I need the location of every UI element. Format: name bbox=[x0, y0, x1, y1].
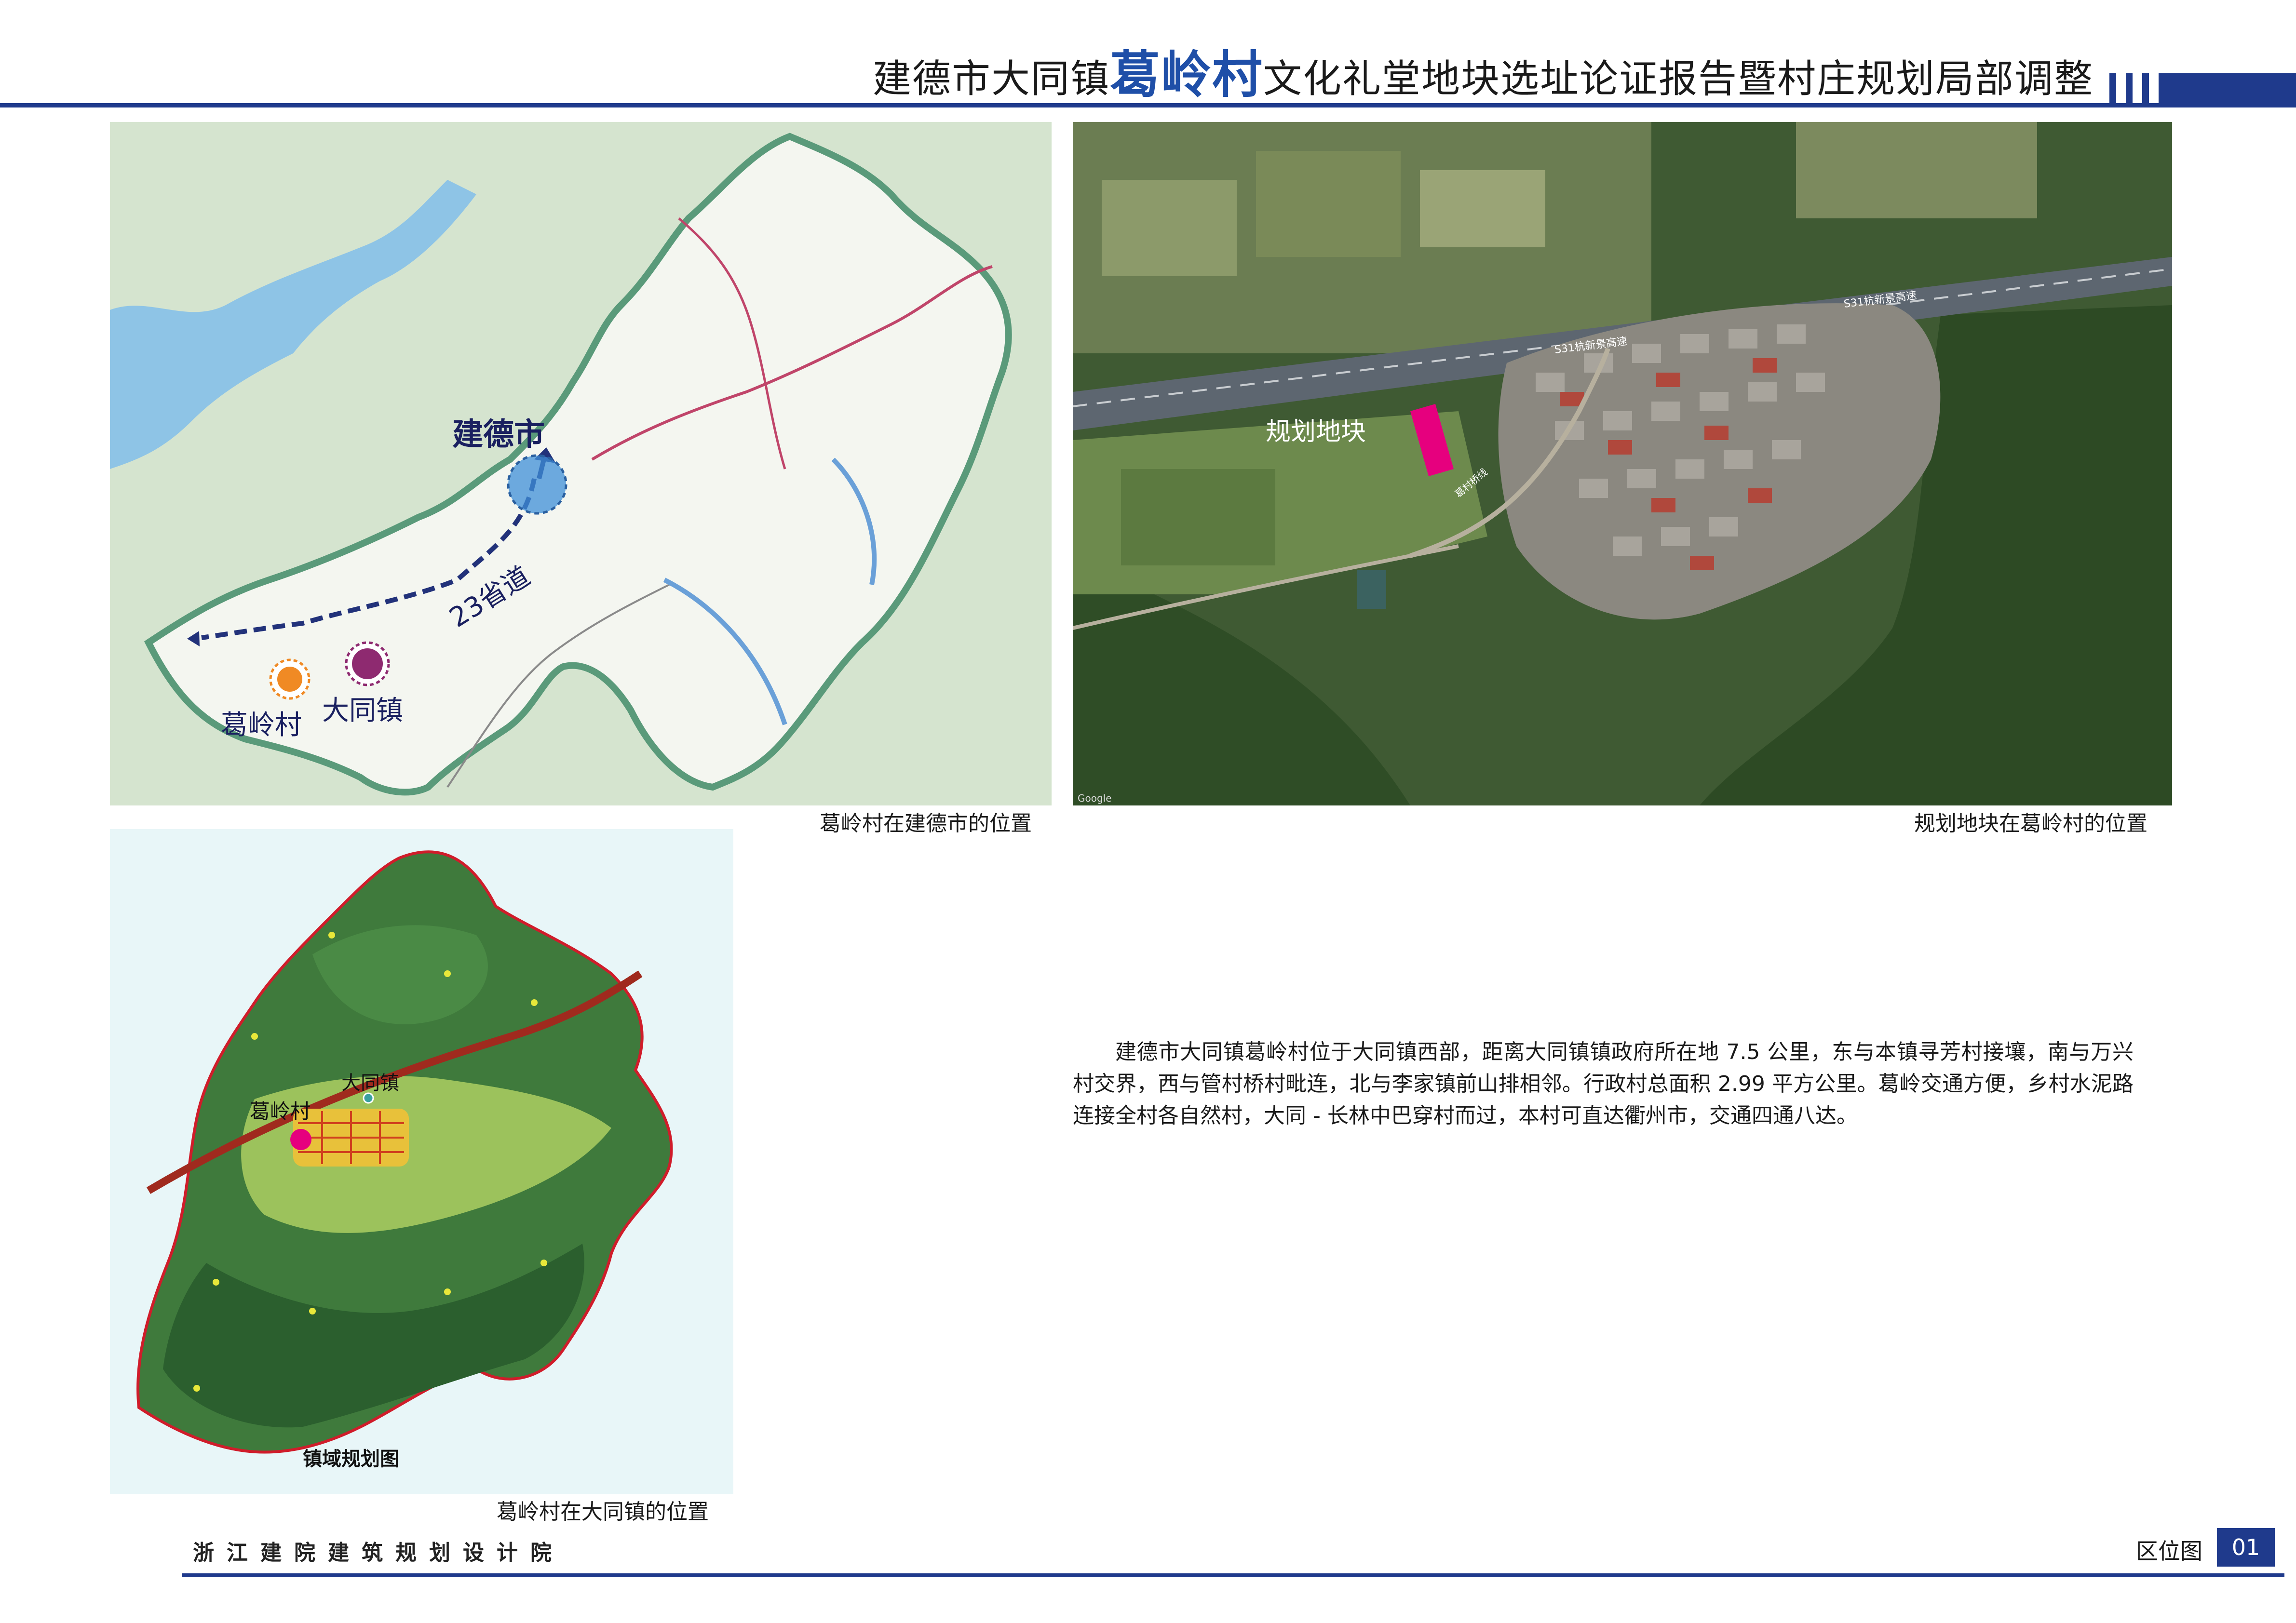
city-location-map: 建德市 大同镇 葛岭村 23省道 bbox=[110, 122, 1052, 805]
city-map-caption: 葛岭村在建德市的位置 bbox=[820, 811, 1032, 836]
town-center-marker bbox=[363, 1092, 374, 1104]
satellite-map-caption: 规划地块在葛岭村的位置 bbox=[1914, 811, 2147, 836]
title-prefix: 建德市大同镇 bbox=[872, 56, 1110, 101]
town-map-caption: 葛岭村在大同镇的位置 bbox=[497, 1500, 709, 1524]
header-rule bbox=[0, 103, 2296, 107]
label-plot: 规划地块 bbox=[1266, 417, 1366, 446]
label-village: 葛岭村 bbox=[221, 710, 302, 741]
town-map-title: 镇域规划图 bbox=[303, 1448, 399, 1470]
footer-section-label: 区位图 bbox=[2136, 1538, 2202, 1564]
jiande-city-marker bbox=[507, 454, 567, 515]
page-number: 01 bbox=[2217, 1528, 2275, 1567]
title-suffix: 文化礼堂地块选址论证报告暨村庄规划局部调整 bbox=[1263, 56, 2093, 101]
label-city: 建德市 bbox=[452, 417, 545, 453]
footer-rule bbox=[182, 1573, 2284, 1577]
village-marker bbox=[290, 1129, 311, 1150]
satellite-map: 规划地块 S31杭新景高速 S31杭新景高速 葛村桥线 Google bbox=[1073, 122, 2172, 805]
town-plan-map: 大同镇 葛岭村 镇域规划图 bbox=[110, 829, 733, 1494]
label-village: 葛岭村 bbox=[250, 1100, 311, 1123]
title-highlight: 葛岭村 bbox=[1109, 45, 1263, 104]
label-town: 大同镇 bbox=[341, 1072, 399, 1094]
location-description: 建德市大同镇葛岭村位于大同镇西部，距离大同镇镇政府所在地 7.5 公里，东与本镇… bbox=[1073, 1040, 2134, 1128]
label-town: 大同镇 bbox=[322, 695, 403, 726]
map-credit: Google bbox=[1078, 792, 1112, 804]
footer-org: 浙江建院建筑规划设计院 bbox=[193, 1541, 564, 1565]
page-title: 建德市大同镇葛岭村文化礼堂地块选址论证报告暨村庄规划局部调整 bbox=[873, 48, 2093, 101]
